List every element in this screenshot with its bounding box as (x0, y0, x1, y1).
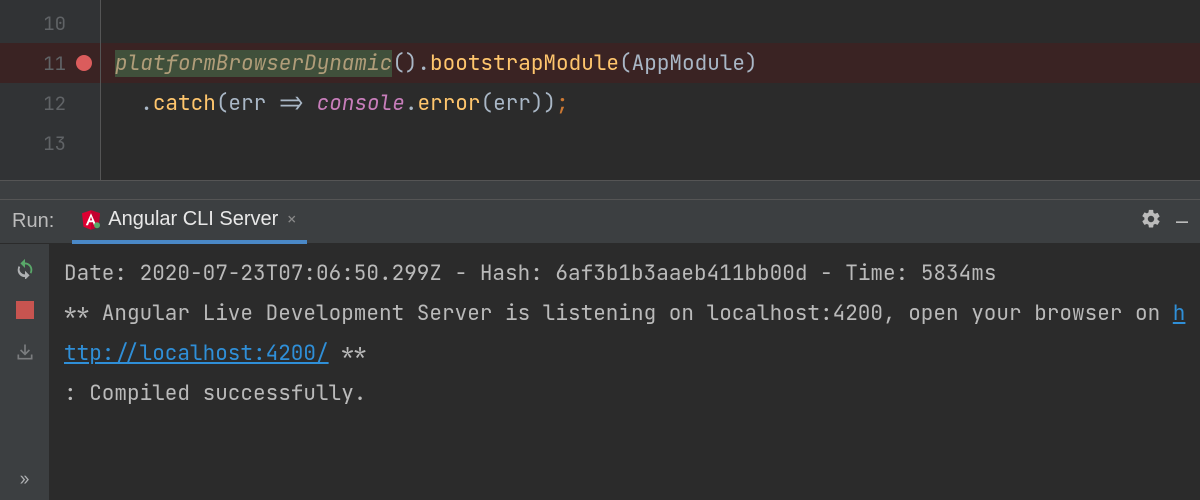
run-tab[interactable]: Angular CLI Server × (72, 200, 307, 244)
punct: . (417, 50, 430, 77)
console-text: : Compiled successfully. (64, 380, 366, 407)
arrow: => (266, 90, 316, 117)
identifier: err (493, 90, 531, 117)
punct: . (140, 90, 153, 117)
indent (115, 90, 140, 117)
console-text: Date: (64, 260, 140, 287)
console-text: - Time: (807, 260, 920, 287)
punct: ( (216, 90, 229, 117)
run-tab-title: Angular CLI Server (108, 208, 278, 231)
editor-gutter: 10 11 12 13 (0, 0, 100, 180)
console-date: 2020-07-23T07:06:50.299Z (140, 260, 442, 287)
identifier: platformBrowserDynamic (115, 50, 392, 77)
console-text: ** (329, 340, 367, 367)
console-hash: 6af3b1b3aaeb411bb00d (555, 260, 807, 287)
line-number: 12 (34, 91, 66, 116)
hide-icon[interactable]: — (1176, 209, 1188, 235)
code-editor: 10 11 12 13 platformBrowserDynamic().boo… (0, 0, 1200, 180)
console-time: 5834ms (921, 260, 997, 287)
line-number: 11 (34, 51, 66, 76)
method: catch (153, 90, 216, 117)
run-panel-header: Run: Angular CLI Server × — (0, 200, 1200, 244)
punct: () (392, 50, 417, 77)
code-line[interactable] (101, 3, 1200, 43)
stop-icon[interactable] (13, 298, 37, 322)
run-console[interactable]: Date: 2020-07-23T07:06:50.299Z - Hash: 6… (50, 244, 1200, 500)
punct: ( (619, 50, 632, 77)
punct: ) (745, 50, 758, 77)
close-icon[interactable]: × (286, 208, 297, 231)
code-line[interactable]: .catch(err => console.error(err)); (101, 83, 1200, 123)
run-toolbar: » (0, 244, 50, 500)
gear-icon[interactable] (1140, 208, 1162, 236)
gutter-row[interactable]: 10 (0, 3, 100, 43)
gutter-row[interactable]: 13 (0, 123, 100, 163)
more-icon[interactable]: » (13, 466, 37, 490)
identifier: console (317, 90, 405, 117)
console-text: - Hash: (442, 260, 555, 287)
code-area[interactable]: platformBrowserDynamic().bootstrapModule… (100, 0, 1200, 180)
breakpoint-icon[interactable] (76, 55, 92, 71)
punct: ; (556, 90, 569, 117)
download-icon[interactable] (13, 340, 37, 364)
punct: )) (531, 90, 556, 117)
panel-divider[interactable] (0, 180, 1200, 200)
identifier: err (228, 90, 266, 117)
method: error (417, 90, 480, 117)
punct: ( (480, 90, 493, 117)
run-panel-body: » Date: 2020-07-23T07:06:50.299Z - Hash:… (0, 244, 1200, 500)
code-line[interactable] (101, 123, 1200, 163)
run-label: Run: (12, 210, 54, 233)
identifier: AppModule (632, 50, 745, 77)
punct: . (405, 90, 418, 117)
line-number: 10 (34, 11, 66, 36)
method: bootstrapModule (430, 50, 619, 77)
line-number: 13 (34, 131, 66, 156)
rerun-icon[interactable] (13, 256, 37, 280)
angular-icon (82, 210, 100, 230)
code-line[interactable]: platformBrowserDynamic().bootstrapModule… (101, 43, 1200, 83)
gutter-row[interactable]: 12 (0, 83, 100, 123)
console-text: ** Angular Live Development Server is li… (64, 300, 1173, 327)
gutter-row[interactable]: 11 (0, 43, 100, 83)
